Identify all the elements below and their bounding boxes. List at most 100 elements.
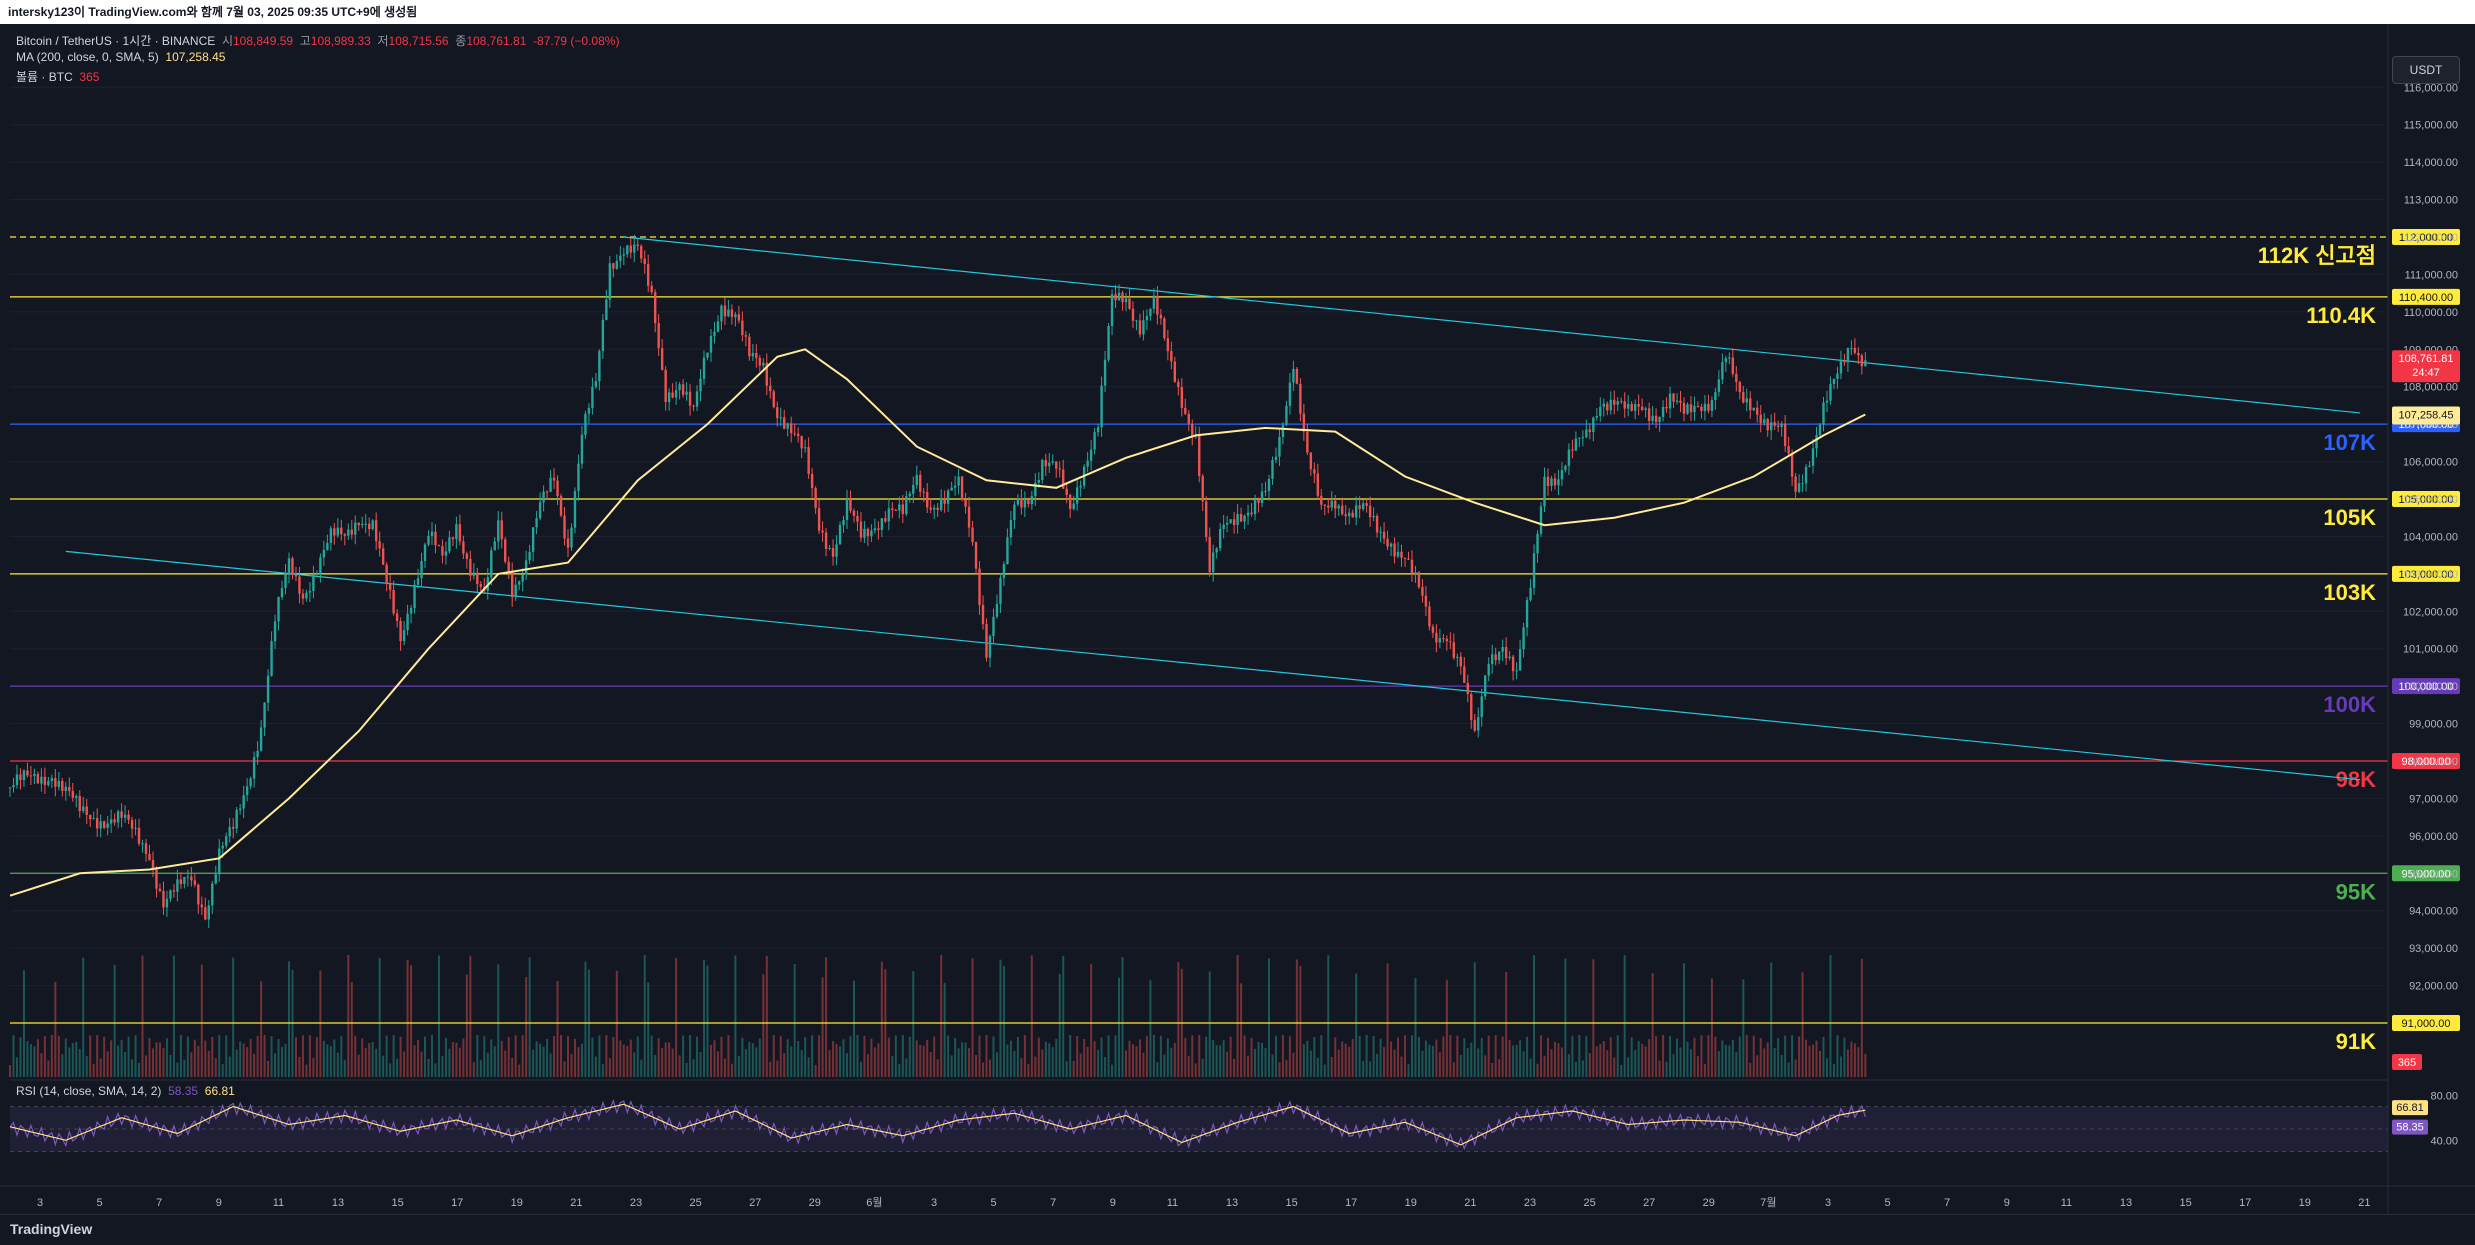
price-chart[interactable]: 365 112K 신고점 112,000.00 110.4K 110,400.00 10…: [0, 24, 2475, 1214]
volume-bar: [1236, 955, 1239, 1077]
candle-body: [1354, 505, 1358, 518]
chart-frame[interactable]: 365 112K 신고점 112,000.00 110.4K 110,400.00 10…: [0, 24, 2475, 1214]
candle-body: [531, 527, 535, 552]
candle-body: [535, 518, 538, 528]
volume-bar: [1508, 1039, 1511, 1077]
volume-bar: [926, 1039, 929, 1077]
candle-body: [1152, 295, 1156, 309]
candle-body: [1756, 407, 1759, 415]
legend-row-symbol[interactable]: Bitcoin / TetherUS · 1시간 · BINANCE 시108,…: [16, 32, 619, 49]
volume-bar: [29, 1044, 32, 1077]
candle-body: [95, 818, 99, 829]
time-tick-label: 27: [1643, 1197, 1655, 1209]
volume-bar: [1093, 1041, 1096, 1077]
volume-bar: [1585, 1036, 1588, 1077]
volume-bar: [1128, 1040, 1131, 1077]
volume-bar: [573, 1038, 576, 1077]
volume-bar: [978, 1035, 981, 1077]
candle-body: [1529, 587, 1532, 600]
candle-body: [1707, 403, 1710, 411]
volume-bar: [947, 1035, 950, 1077]
candle-body: [148, 853, 151, 861]
legend-row-ma[interactable]: MA (200, close, 0, SMA, 5) 107,258.45: [16, 50, 225, 64]
price-tick-label: 102,000.00: [2403, 606, 2458, 618]
volume-bar: [887, 1037, 890, 1077]
volume-bar: [1149, 980, 1152, 1077]
volume-bar: [1512, 1045, 1515, 1077]
candle-body: [894, 509, 898, 511]
candle-body: [748, 336, 751, 357]
candle-body: [932, 507, 936, 510]
candle-body: [1477, 717, 1480, 731]
volume-bar: [1470, 1042, 1473, 1077]
price-tag-label: 24:47: [2412, 367, 2440, 379]
candle-body: [75, 796, 78, 798]
volume-bar: [1693, 1037, 1696, 1077]
volume-bar: [1602, 1041, 1605, 1077]
candle-body: [462, 541, 465, 554]
candle-body: [1595, 416, 1599, 418]
volume-bar: [577, 1047, 580, 1077]
candle-body: [493, 541, 496, 551]
time-tick-label: 19: [1405, 1197, 1417, 1209]
candle-body: [650, 285, 653, 293]
volume-bar: [1655, 1036, 1658, 1077]
tradingview-logo[interactable]: TradingView: [10, 1221, 92, 1237]
volume-bar: [769, 1061, 772, 1077]
candle-body: [688, 391, 692, 406]
candle-body: [1271, 460, 1274, 480]
candle-body: [1717, 379, 1721, 393]
volume-bar: [26, 1041, 29, 1077]
volume-bar: [535, 1041, 538, 1077]
volume-bar: [1212, 1040, 1215, 1077]
volume-bar: [1449, 1035, 1452, 1077]
candle-body: [1163, 318, 1166, 339]
volume-bar: [1145, 1036, 1148, 1077]
volume-bar: [699, 1051, 702, 1077]
candle-body: [1389, 543, 1393, 547]
candle-body: [1393, 543, 1396, 557]
volume-bar: [378, 957, 381, 1077]
candle-body: [40, 776, 43, 784]
candle-body: [814, 488, 817, 509]
candle-body: [870, 530, 873, 537]
volume-bar: [1679, 1047, 1682, 1077]
candle-body: [319, 557, 322, 574]
volume-bar: [633, 1052, 636, 1077]
currency-button[interactable]: USDT: [2392, 56, 2460, 84]
volume-bar: [1020, 1058, 1023, 1077]
candle-body: [1027, 499, 1030, 505]
candle-body: [455, 524, 458, 540]
volume-bar: [1480, 1038, 1483, 1077]
volume-bar: [584, 961, 587, 1077]
candle-body: [1184, 407, 1187, 414]
candle-body: [364, 523, 367, 525]
candle-body: [671, 392, 674, 398]
candle-body: [479, 584, 483, 587]
candle-body: [922, 491, 925, 493]
time-tick-label: 9: [2004, 1197, 2010, 1209]
candle-body: [1428, 606, 1431, 627]
candle-body: [866, 528, 870, 537]
legend-row-rsi[interactable]: RSI (14, close, SMA, 14, 2) 58.35 66.81: [16, 1084, 235, 1098]
volume-bar: [448, 1048, 451, 1077]
candle-body: [340, 527, 343, 535]
volume-bar: [1714, 1036, 1717, 1077]
time-tick-label: 21: [2358, 1197, 2370, 1209]
volume-bar: [204, 1040, 207, 1077]
candle-body: [1829, 383, 1832, 401]
candle-body: [305, 592, 308, 599]
volume-bar: [1745, 1035, 1748, 1077]
volume-bar: [68, 1047, 71, 1077]
legend-row-volume[interactable]: 볼륨 · BTC 365: [16, 68, 99, 85]
candle-body: [1459, 656, 1462, 667]
volume-bar: [221, 1064, 224, 1077]
price-tick-label: 104,000.00: [2403, 531, 2458, 543]
candle-body: [720, 305, 723, 322]
volume-bar: [141, 955, 144, 1077]
volume-bar: [1404, 1035, 1406, 1077]
price-tick-label: 101,000.00: [2403, 644, 2458, 656]
candle-body: [1742, 392, 1745, 403]
volume-bar: [1637, 1041, 1640, 1077]
volume-bar: [1034, 1056, 1037, 1077]
